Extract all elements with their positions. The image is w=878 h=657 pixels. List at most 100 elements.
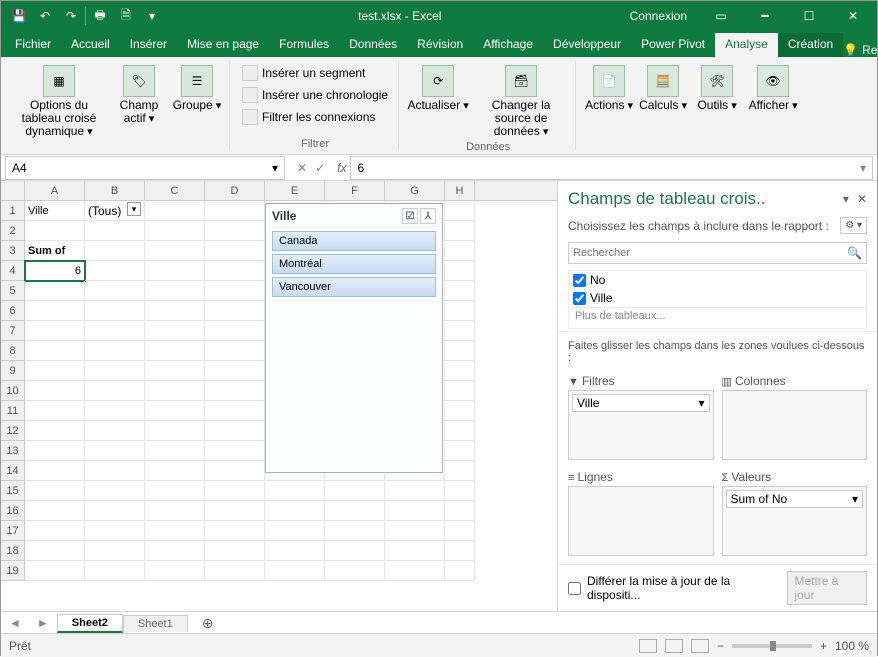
col-header-a[interactable]: A	[25, 181, 85, 200]
preview-icon[interactable]: 🗎	[114, 4, 138, 28]
field-checkbox[interactable]	[573, 292, 586, 305]
cell[interactable]	[25, 421, 85, 441]
cell[interactable]	[445, 301, 475, 321]
cell[interactable]	[85, 441, 145, 461]
cell[interactable]	[145, 281, 205, 301]
cell[interactable]	[325, 501, 385, 521]
cell[interactable]	[145, 221, 205, 241]
cell[interactable]	[85, 341, 145, 361]
cell[interactable]	[145, 561, 205, 581]
cell[interactable]	[25, 401, 85, 421]
pane-menu-icon[interactable]: ▾	[843, 192, 849, 206]
cell[interactable]: (Tous)▾	[85, 201, 145, 221]
cell[interactable]	[205, 281, 265, 301]
columns-drop-area[interactable]	[722, 390, 868, 460]
cell[interactable]	[205, 521, 265, 541]
cell[interactable]	[85, 381, 145, 401]
row-header[interactable]: 8	[1, 341, 25, 361]
filter-connections-button[interactable]: Filtrer les connexions	[238, 107, 392, 127]
cell[interactable]	[445, 561, 475, 581]
cell[interactable]	[145, 301, 205, 321]
print-icon[interactable]: 🖶	[88, 4, 112, 28]
cell[interactable]	[265, 501, 325, 521]
cell[interactable]	[445, 401, 475, 421]
cell[interactable]	[25, 441, 85, 461]
chevron-down-icon[interactable]: ▾	[852, 492, 858, 506]
col-header-f[interactable]: F	[325, 181, 385, 200]
cell[interactable]	[25, 361, 85, 381]
tab-formules[interactable]: Formules	[269, 33, 339, 57]
cell[interactable]	[445, 521, 475, 541]
row-header[interactable]: 10	[1, 381, 25, 401]
cell[interactable]	[85, 221, 145, 241]
rows-drop-area[interactable]	[568, 486, 714, 556]
cancel-formula-icon[interactable]: ✕	[297, 161, 307, 175]
undo-icon[interactable]: ↶	[33, 4, 57, 28]
cell[interactable]	[445, 381, 475, 401]
cell[interactable]	[445, 541, 475, 561]
col-header-e[interactable]: E	[265, 181, 325, 200]
values-drop-area[interactable]: Sum of No▾	[722, 486, 868, 556]
cell[interactable]: Sum of No	[25, 241, 85, 261]
cell[interactable]	[25, 461, 85, 481]
cell[interactable]	[205, 321, 265, 341]
cell[interactable]	[325, 561, 385, 581]
cell[interactable]	[445, 421, 475, 441]
cell[interactable]	[205, 241, 265, 261]
cell[interactable]	[205, 301, 265, 321]
row-header[interactable]: 13	[1, 441, 25, 461]
cell[interactable]	[205, 501, 265, 521]
cell[interactable]	[265, 541, 325, 561]
cell[interactable]	[85, 321, 145, 341]
page-layout-icon[interactable]	[665, 639, 683, 653]
cell[interactable]: 6	[25, 261, 85, 281]
cell[interactable]	[445, 481, 475, 501]
row-header[interactable]: 12	[1, 421, 25, 441]
cell[interactable]	[205, 561, 265, 581]
slicer-item[interactable]: Vancouver	[272, 277, 436, 297]
row-header[interactable]: 3	[1, 241, 25, 261]
cell[interactable]	[85, 561, 145, 581]
normal-view-icon[interactable]	[639, 639, 657, 653]
select-all-corner[interactable]	[1, 181, 25, 200]
multiselect-icon[interactable]: ☑	[402, 208, 418, 224]
slicer-ville[interactable]: Ville ☑ ⅄ Canada Montréal Vancouver	[265, 203, 443, 473]
row-header[interactable]: 4	[1, 261, 25, 281]
zoom-out-icon[interactable]: −	[717, 639, 724, 653]
save-icon[interactable]: 💾	[7, 4, 31, 28]
cell[interactable]	[85, 541, 145, 561]
cell[interactable]	[145, 241, 205, 261]
cell[interactable]	[445, 341, 475, 361]
cell[interactable]	[205, 341, 265, 361]
row-header[interactable]: 1	[1, 201, 25, 221]
cell[interactable]	[145, 521, 205, 541]
cell[interactable]	[445, 201, 475, 221]
defer-checkbox[interactable]	[568, 582, 581, 595]
cell[interactable]	[445, 241, 475, 261]
chevron-down-icon[interactable]: ▾	[698, 396, 704, 410]
cell[interactable]	[445, 221, 475, 241]
page-break-icon[interactable]	[691, 639, 709, 653]
confirm-formula-icon[interactable]: ✓	[315, 161, 325, 175]
cell[interactable]	[85, 461, 145, 481]
group-button[interactable]: ☰ Groupe ▾	[171, 61, 223, 112]
clear-filter-icon[interactable]: ⅄	[420, 208, 436, 224]
cell[interactable]	[145, 341, 205, 361]
row-header[interactable]: 15	[1, 481, 25, 501]
formula-input[interactable]: 6 ▾	[350, 156, 873, 180]
cell[interactable]	[25, 541, 85, 561]
cell[interactable]	[85, 401, 145, 421]
cell[interactable]	[325, 481, 385, 501]
field-item[interactable]: Ville	[569, 289, 866, 307]
cell[interactable]	[265, 481, 325, 501]
row-header[interactable]: 14	[1, 461, 25, 481]
sheet-nav-next[interactable]: ►	[29, 616, 57, 630]
cell[interactable]	[85, 261, 145, 281]
close-icon[interactable]: ✕	[833, 1, 873, 31]
col-header-h[interactable]: H	[445, 181, 475, 200]
sheet-tab[interactable]: Sheet1	[123, 615, 188, 632]
change-source-button[interactable]: 🗃 Changer la source de données ▾	[473, 61, 569, 139]
zoom-slider[interactable]	[732, 644, 812, 648]
cell[interactable]	[145, 421, 205, 441]
tab-analyse[interactable]: Analyse	[715, 33, 778, 57]
